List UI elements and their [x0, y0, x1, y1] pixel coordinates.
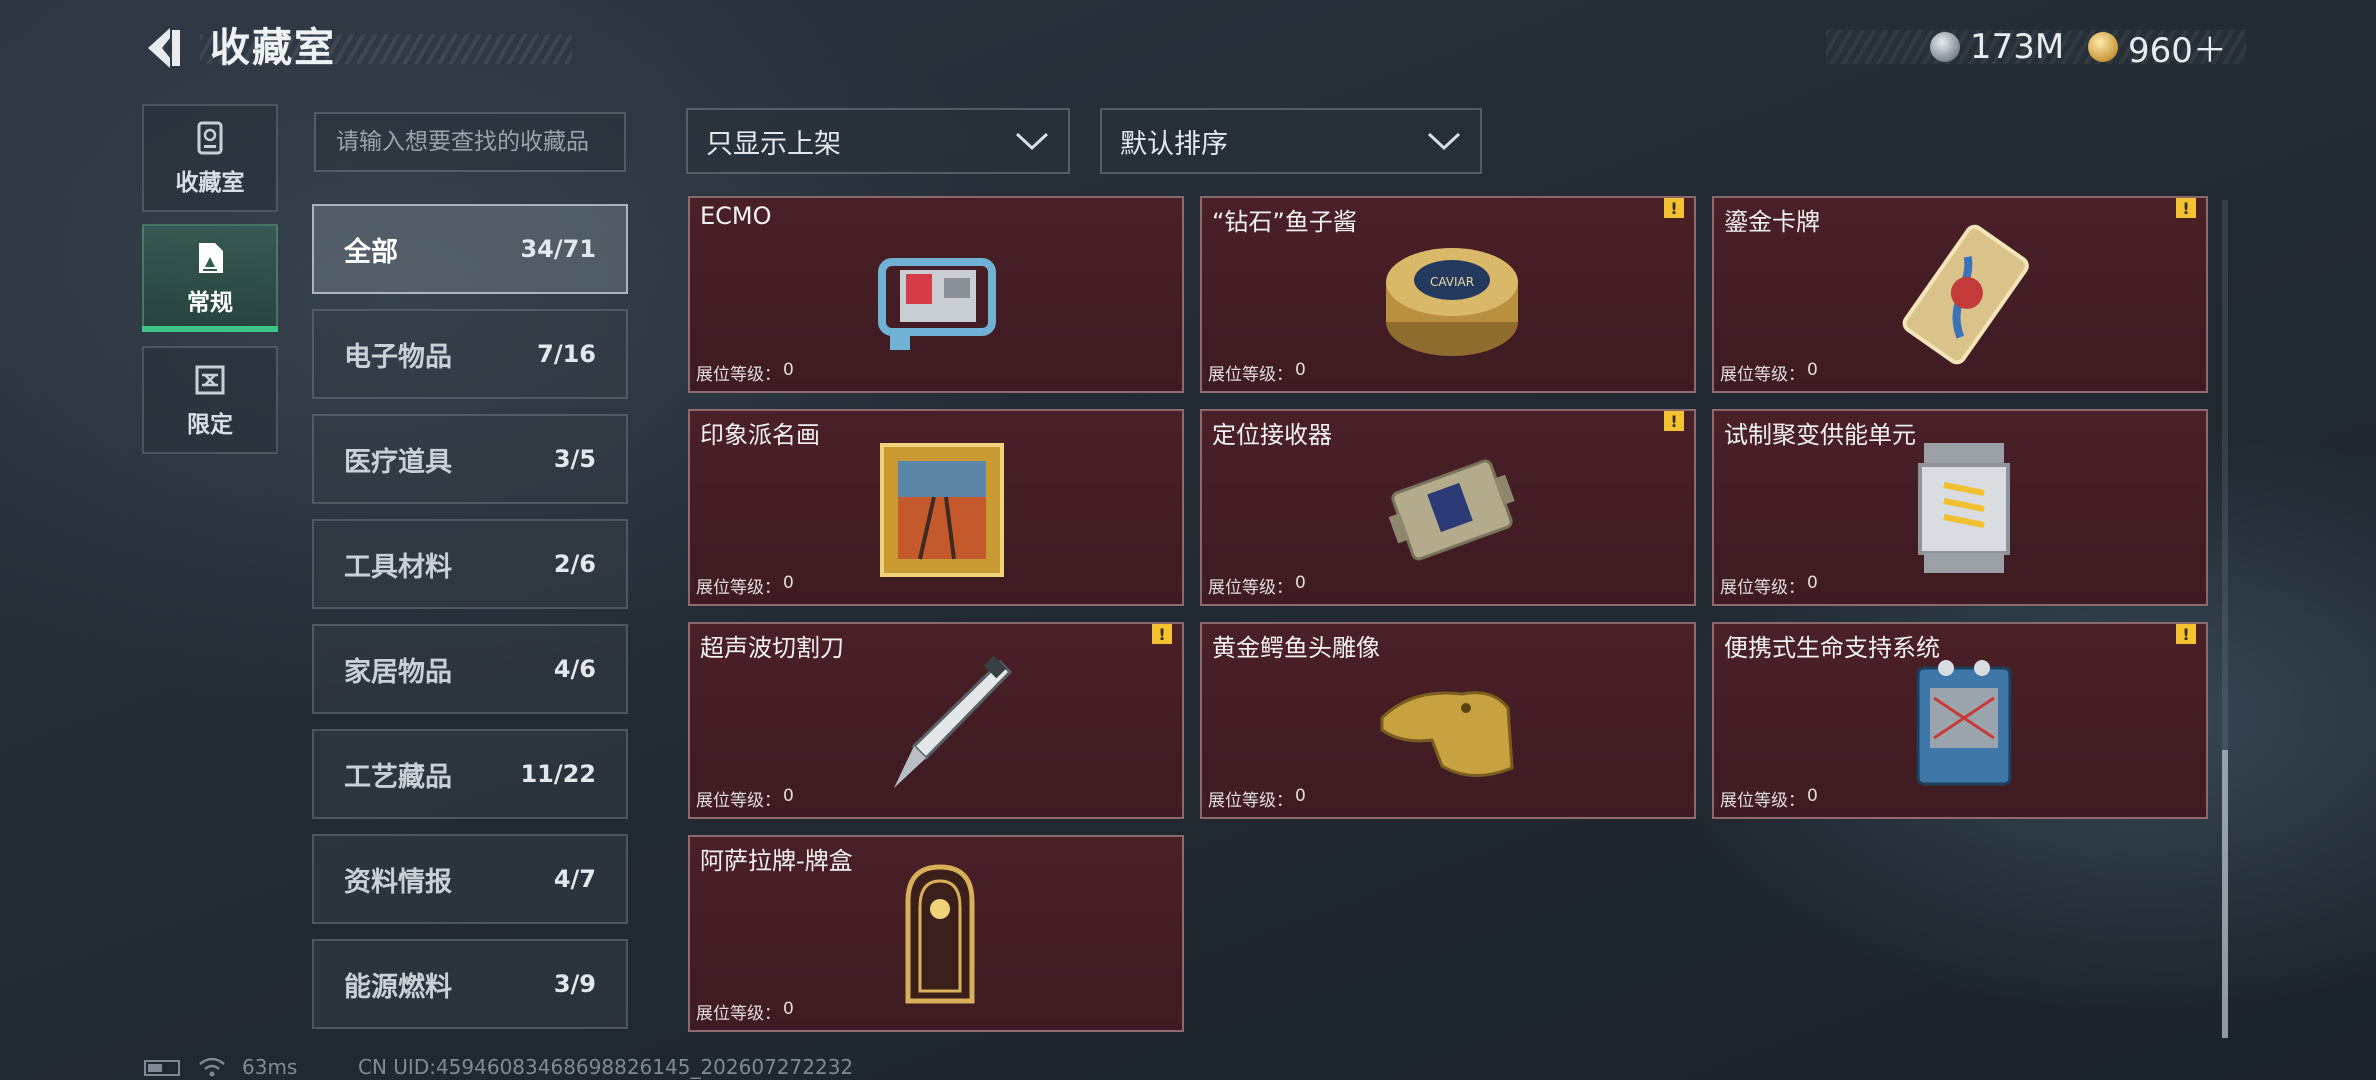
- item-name: 阿萨拉牌-牌盒: [700, 847, 853, 875]
- item-card-golden-crocodile[interactable]: 黄金鳄鱼头雕像 展位等级： 0: [1200, 622, 1696, 819]
- side-tab-regular[interactable]: 常规: [142, 224, 278, 332]
- category-all[interactable]: 全部 34/71: [312, 204, 628, 294]
- ping-value: 63ms: [242, 1055, 298, 1079]
- category-count: 7/16: [537, 340, 596, 368]
- category-name: 资料情报: [344, 866, 452, 898]
- page-title: 收藏室: [210, 25, 336, 71]
- category-count: 2/6: [553, 550, 596, 578]
- category-count: 3/5: [553, 445, 596, 473]
- category-name: 全部: [344, 236, 398, 268]
- item-name: ECMO: [700, 202, 772, 230]
- search-input[interactable]: [314, 112, 626, 172]
- golden-crocodile-head-icon: [1380, 691, 1514, 778]
- regular-card-icon: [199, 243, 223, 273]
- sort-dropdown[interactable]: 默认排序: [1100, 108, 1482, 174]
- booth-level: 展位等级： 0: [1208, 573, 1306, 598]
- gold-amount: 960＋: [2128, 30, 2227, 71]
- item-card-fusion-unit[interactable]: 试制聚变供能单元 展位等级： 0: [1712, 409, 2208, 606]
- category-name: 能源燃料: [344, 971, 452, 1003]
- booth-level: 展位等级： 0: [696, 999, 794, 1024]
- warning-icon: !: [2176, 624, 2196, 644]
- wifi-icon: [199, 1057, 225, 1077]
- category-name: 医疗道具: [344, 446, 452, 478]
- item-card-ecmo[interactable]: ECMO 展位等级： 0: [688, 196, 1184, 393]
- category-count: 11/22: [520, 760, 596, 788]
- item-name: 鎏金卡牌: [1724, 208, 1820, 236]
- side-tab-limited[interactable]: 限定: [142, 346, 278, 454]
- booth-level: 展位等级： 0: [696, 360, 794, 385]
- item-name: 印象派名画: [700, 421, 820, 449]
- booth-level: 展位等级： 0: [1208, 360, 1306, 385]
- category-count: 3/9: [553, 970, 596, 998]
- category-count: 4/7: [553, 865, 596, 893]
- item-card-painting[interactable]: 印象派名画 展位等级： 0: [688, 409, 1184, 606]
- item-name: “钻石”鱼子酱: [1212, 208, 1357, 236]
- limited-icon: [195, 365, 225, 395]
- booth-level: 展位等级： 0: [1208, 786, 1306, 811]
- silver-amount: 173M: [1970, 27, 2065, 67]
- warning-icon: !: [1152, 624, 1172, 644]
- currency-gold[interactable]: 960＋: [2088, 24, 2227, 71]
- booth-level: 展位等级： 0: [1720, 360, 1818, 385]
- uid-text: CN UID:4594608346869882614​5_20260727223…: [358, 1055, 854, 1079]
- category-count: 4/6: [553, 655, 596, 683]
- battery-icon: [144, 1060, 180, 1076]
- booth-level: 展位等级： 0: [696, 573, 794, 598]
- locator-receiver-icon: [1388, 459, 1515, 561]
- booth-level: 展位等级： 0: [1720, 573, 1818, 598]
- silver-coin-icon: [1930, 32, 1960, 62]
- item-card-gilded-card[interactable]: 鎏金卡牌 ! 展位等级： 0: [1712, 196, 2208, 393]
- category-name: 工艺藏品: [344, 761, 452, 793]
- display-filter-dropdown[interactable]: 只显示上架: [686, 108, 1070, 174]
- sort-value: 默认排序: [1120, 128, 1228, 160]
- side-tab-label: 常规: [187, 290, 233, 316]
- item-card-card-box[interactable]: 阿萨拉牌-牌盒 展位等级： 0: [688, 835, 1184, 1032]
- item-card-life-support[interactable]: 便携式生命支持系统 ! 展位等级： 0: [1712, 622, 2208, 819]
- svg-text:CAVIAR: CAVIAR: [1430, 275, 1474, 289]
- fusion-power-unit-icon: [1918, 443, 2010, 573]
- category-crafts[interactable]: 工艺藏品 11/22: [312, 729, 628, 819]
- category-count: 34/71: [520, 235, 596, 263]
- gilded-card-icon: [1902, 224, 2029, 365]
- side-tab-collection-room[interactable]: 收藏室: [142, 104, 278, 212]
- category-household[interactable]: 家居物品 4/6: [312, 624, 628, 714]
- side-tab-label: 收藏室: [175, 170, 245, 196]
- ultrasonic-knife-icon: [894, 655, 1013, 788]
- category-intel[interactable]: 资料情报 4/7: [312, 834, 628, 924]
- item-card-locator-receiver[interactable]: 定位接收器 ! 展位等级： 0: [1200, 409, 1696, 606]
- category-tools[interactable]: 工具材料 2/6: [312, 519, 628, 609]
- back-arrow-icon[interactable]: [140, 22, 192, 74]
- chevron-down-icon: [1427, 132, 1461, 151]
- category-electronics[interactable]: 电子物品 7/16: [312, 309, 628, 399]
- side-tab-label: 限定: [187, 412, 233, 438]
- warning-icon: !: [1664, 411, 1684, 431]
- caviar-tin-icon: CAVIAR: [1386, 248, 1518, 356]
- item-card-caviar[interactable]: “钻石”鱼子酱 ! CAVIAR 展位等级： 0: [1200, 196, 1696, 393]
- warning-icon: !: [1664, 198, 1684, 218]
- item-name: 定位接收器: [1212, 421, 1332, 449]
- item-name: 超声波切割刀: [700, 634, 844, 662]
- currency-silver: 173M: [1930, 24, 2064, 70]
- framed-painting-icon: [880, 443, 1004, 577]
- category-energy[interactable]: 能源燃料 3/9: [312, 939, 628, 1029]
- ecmo-machine-icon: [878, 258, 996, 350]
- category-name: 工具材料: [344, 551, 452, 583]
- item-name: 黄金鳄鱼头雕像: [1212, 634, 1380, 662]
- item-card-ultrasonic-knife[interactable]: 超声波切割刀 ! 展位等级： 0: [688, 622, 1184, 819]
- chevron-down-icon: [1015, 132, 1049, 151]
- category-name: 家居物品: [344, 656, 452, 688]
- gold-coin-icon: [2088, 32, 2118, 62]
- display-filter-value: 只显示上架: [706, 128, 841, 160]
- collection-room-icon: [197, 121, 223, 155]
- grid-scrollbar-thumb[interactable]: [2222, 750, 2228, 1038]
- warning-icon: !: [2176, 198, 2196, 218]
- card-box-icon: [905, 864, 975, 1004]
- booth-level: 展位等级： 0: [1720, 786, 1818, 811]
- booth-level: 展位等级： 0: [696, 786, 794, 811]
- life-support-system-icon: [1916, 660, 2012, 786]
- category-name: 电子物品: [344, 341, 452, 373]
- category-medical[interactable]: 医疗道具 3/5: [312, 414, 628, 504]
